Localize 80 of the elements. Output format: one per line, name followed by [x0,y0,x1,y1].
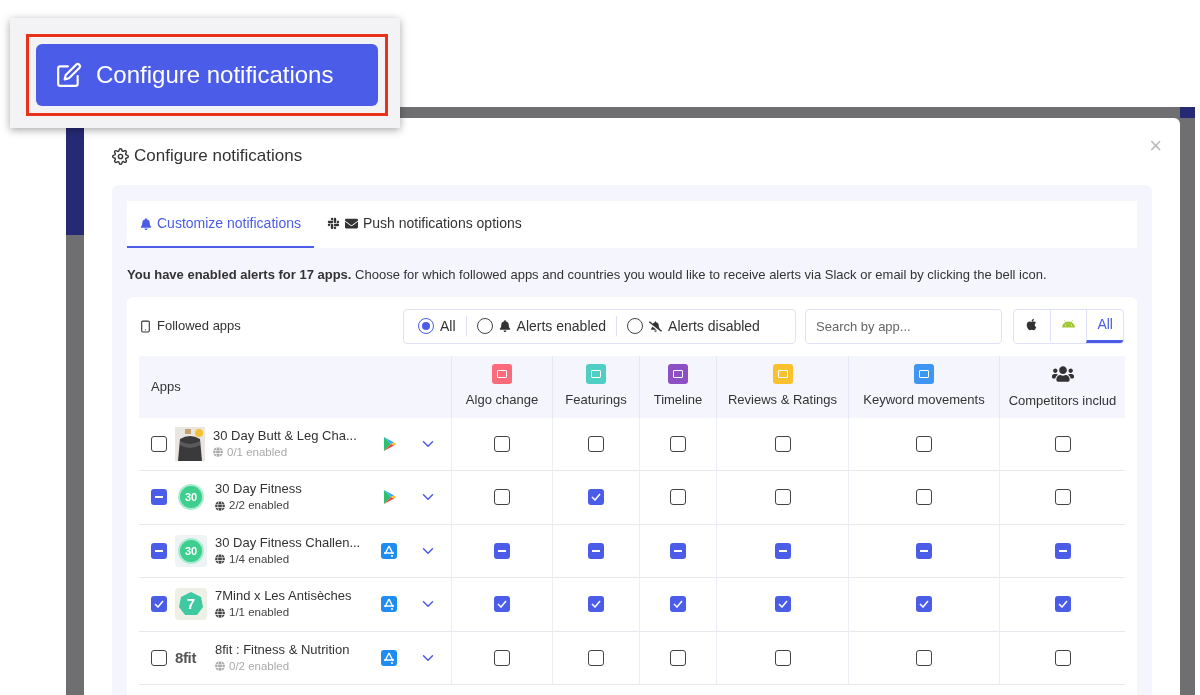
app-name: 7Mind x Les Antisèches [215,587,353,605]
tab[interactable]: Customize notifications [127,201,314,248]
checkbox[interactable] [774,596,791,613]
info-text: You have enabled alerts for 17 apps. Choose for which followed apps and countries you would like to receive alerts via Slack or email by clicking the bell icon. [127,266,1048,284]
checkbox[interactable] [774,489,791,506]
section-label: Followed apps [157,317,242,336]
apple-icon [1025,318,1039,331]
bell-icon [498,320,511,332]
checkbox[interactable] [1054,596,1071,613]
filter-radio[interactable]: Alerts enabled [476,315,607,337]
column-header: Competitors includ [1008,391,1117,410]
checkbox[interactable] [494,489,510,506]
app-name: 30 Day Fitness [215,480,303,498]
column-header: Timeline [653,390,703,409]
checkbox[interactable] [774,542,791,559]
configure-button[interactable]: Configure notifications [36,44,378,106]
checkbox[interactable] [916,489,932,506]
slack-icon [326,217,340,230]
checkbox[interactable] [151,489,167,506]
tab[interactable]: Push notifications options [313,201,535,248]
app-store-icon [381,596,397,613]
edit-icon [56,62,82,88]
mail-icon [344,217,358,230]
enabled-count: 0/1 enabled [227,444,288,460]
checkbox[interactable] [588,489,604,506]
check-icon [497,600,507,609]
checkbox[interactable] [670,596,686,613]
check-icon [777,600,788,609]
check-icon [591,600,601,609]
checkbox[interactable] [494,596,510,613]
checkbox[interactable] [916,542,932,559]
globe-icon [215,500,225,511]
column-header: Featurings [565,390,627,409]
checkbox[interactable] [1054,489,1071,506]
platform-button[interactable]: All [1086,309,1123,343]
checkbox[interactable] [494,542,510,559]
app-name: 30 Day Fitness Challen... [215,533,362,551]
filter-radio[interactable]: All [418,315,456,337]
check-icon [154,600,164,609]
enabled-count: 1/4 enabled [229,551,290,567]
modal-title: Configure notifications [134,145,303,168]
app-name: 8fit : Fitness & Nutrition [215,640,351,658]
column-header: Reviews & Ratings [727,390,838,409]
checkbox[interactable] [670,489,686,506]
globe-icon [215,554,225,565]
bell-icon [140,217,152,230]
checkbox[interactable] [916,596,932,613]
bell-off-icon [649,319,663,333]
settings-icon [112,147,129,165]
enabled-count: 2/2 enabled [229,498,290,514]
globe-icon [213,447,223,458]
app-icon: 7 [175,588,207,621]
column-header: Algo change [465,390,539,409]
globe-icon [215,661,225,672]
filter-radio[interactable]: Alerts disabled [627,315,760,337]
check-icon [1057,600,1068,609]
enabled-count: 0/2 enabled [229,658,290,674]
app-icon: 30 [175,534,207,567]
check-icon [919,600,929,609]
checkbox[interactable] [670,542,686,559]
search-field[interactable]: Search by app... [805,308,1002,344]
app-logo: 8fit [175,647,198,668]
column-header: Keyword movements [863,390,985,409]
column-header: Apps [151,377,181,396]
check-icon [591,493,601,502]
check-icon [673,600,683,609]
checkbox[interactable] [151,596,167,613]
app-store-icon [381,649,397,666]
checkbox[interactable] [588,596,604,613]
header-strip [1180,107,1195,118]
app-name: 30 Day Butt & Leg Cha... [213,426,358,444]
globe-icon [215,607,225,618]
play-store-icon [383,435,397,452]
play-store-icon [383,489,397,506]
app-store-icon [381,542,397,559]
enabled-count: 1/1 enabled [229,605,290,621]
checkbox[interactable] [1054,542,1071,559]
phone-icon [139,319,152,333]
checkbox[interactable] [151,542,167,559]
checkbox[interactable] [588,542,604,559]
